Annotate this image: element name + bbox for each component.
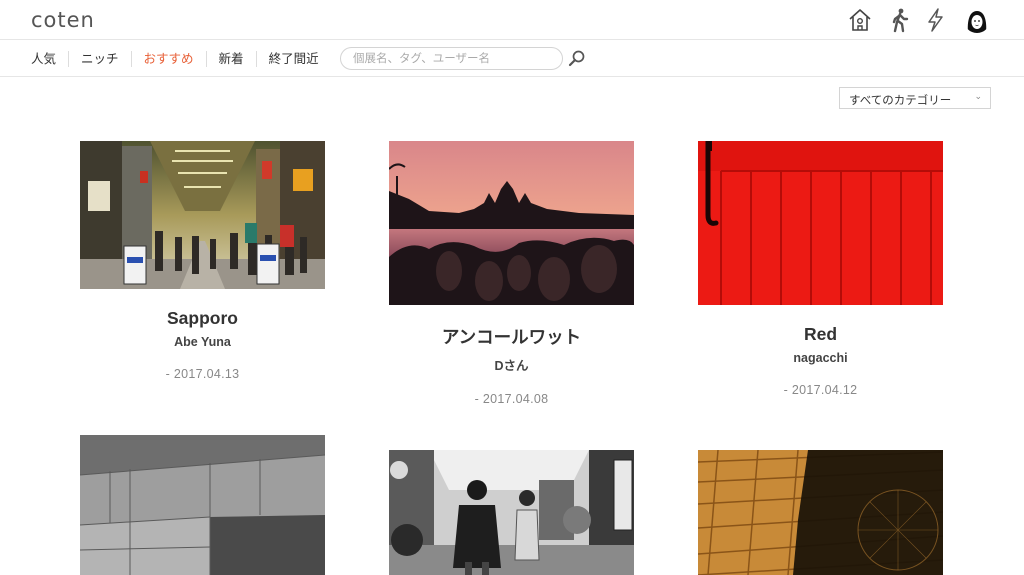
tab-new[interactable]: 新着 <box>205 50 256 67</box>
exhibition-card[interactable]: Sapporo Abe Yuna - 2017.04.13 <box>80 141 325 381</box>
exhibition-title[interactable]: アンコールワット <box>389 324 634 349</box>
tab-recommended[interactable]: おすすめ <box>130 50 206 67</box>
exhibition-author[interactable]: Abe Yuna <box>80 335 325 349</box>
exhibition-photo[interactable] <box>389 450 634 575</box>
exhibition-title[interactable]: Red <box>698 324 943 345</box>
exhibition-date: - 2017.04.12 <box>783 383 858 397</box>
category-selected-label: すべてのカテゴリー <box>849 95 952 107</box>
tab-popular[interactable]: 人気 <box>31 51 68 67</box>
exhibition-date: - 2017.04.13 <box>165 367 240 381</box>
exhibition-date: - 2017.04.08 <box>474 392 549 406</box>
search-icon[interactable] <box>567 49 587 69</box>
exhibition-title[interactable]: Sapporo <box>80 308 325 329</box>
exhibition-photo[interactable] <box>698 141 943 305</box>
exhibition-author[interactable]: Dさん <box>389 355 634 374</box>
exhibition-card[interactable]: Red nagacchi - 2017.04.12 <box>698 141 943 397</box>
top-header: coten <box>0 0 1024 40</box>
category-nav: 人気 ニッチ おすすめ 新着 終了間近 すべてのカテゴリー ⌄ <box>0 40 1024 109</box>
walking-person-icon[interactable] <box>887 7 913 33</box>
exhibition-card[interactable] <box>80 435 325 575</box>
search-input[interactable] <box>340 47 563 70</box>
exhibition-photo[interactable] <box>80 141 325 289</box>
exhibition-photo[interactable] <box>389 141 634 305</box>
site-logo[interactable]: coten <box>31 8 95 32</box>
lightning-icon[interactable] <box>922 7 948 33</box>
exhibition-photo[interactable] <box>698 450 943 575</box>
exhibition-card[interactable]: アンコールワット Dさん - 2017.04.08 <box>389 141 634 406</box>
tab-niche[interactable]: ニッチ <box>68 50 131 67</box>
home-icon[interactable] <box>847 7 873 33</box>
avatar[interactable] <box>964 7 990 33</box>
exhibition-card[interactable] <box>698 450 943 575</box>
exhibition-author[interactable]: nagacchi <box>698 351 943 365</box>
tab-list: 人気 ニッチ おすすめ 新着 終了間近 <box>31 40 331 77</box>
exhibition-photo[interactable] <box>80 435 325 575</box>
chevron-down-icon: ⌄ <box>974 91 982 101</box>
category-select[interactable]: すべてのカテゴリー ⌄ <box>839 87 991 109</box>
exhibition-card[interactable] <box>389 450 634 575</box>
tab-ending-soon[interactable]: 終了間近 <box>255 50 331 67</box>
